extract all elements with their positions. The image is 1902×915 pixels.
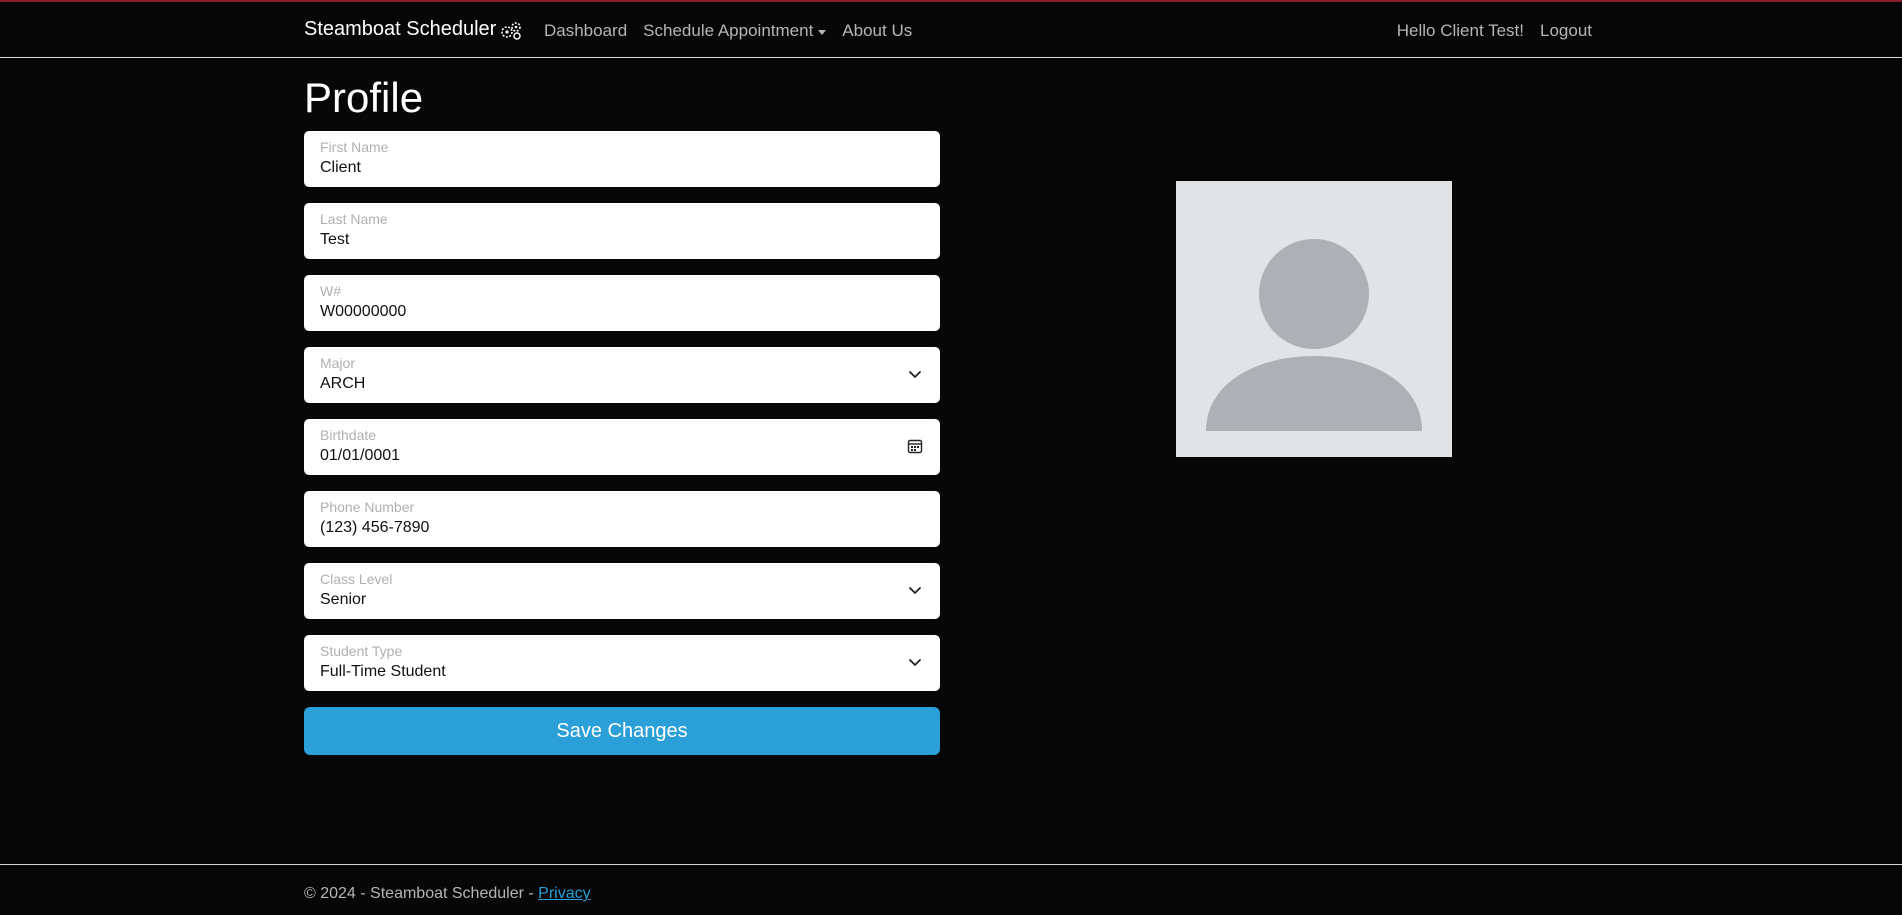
last-name-value[interactable]: Test	[320, 229, 924, 251]
page-title: Profile	[304, 74, 424, 121]
class-level-label: Class Level	[320, 571, 393, 587]
first-name-field[interactable]: First Name Client	[304, 131, 940, 187]
footer: © 2024 - Steamboat Scheduler - Privacy	[0, 864, 1902, 915]
class-level-select[interactable]: Class Level Senior	[304, 563, 940, 619]
privacy-link[interactable]: Privacy	[538, 885, 590, 902]
first-name-label: First Name	[320, 139, 389, 155]
birthdate-field[interactable]: Birthdate 01/01/0001	[304, 419, 940, 475]
profile-avatar[interactable]	[1176, 181, 1452, 457]
profile-form: First Name Client Last Name Test W# W000…	[304, 131, 940, 755]
major-select[interactable]: Major ARCH	[304, 347, 940, 403]
w-number-value[interactable]: W00000000	[320, 301, 924, 323]
birthdate-label: Birthdate	[320, 427, 377, 443]
logout-link[interactable]: Logout	[1540, 21, 1592, 41]
major-value[interactable]: ARCH	[320, 373, 924, 395]
chevron-down-icon	[909, 659, 921, 666]
calendar-icon[interactable]	[906, 437, 924, 455]
w-number-label: W#	[320, 283, 341, 299]
caret-down-icon	[818, 29, 827, 35]
student-type-label: Student Type	[320, 643, 403, 659]
nav-schedule-appointment-label: Schedule Appointment	[643, 21, 814, 40]
student-type-value[interactable]: Full-Time Student	[320, 661, 924, 683]
chevron-down-icon	[909, 587, 921, 594]
nav-dashboard[interactable]: Dashboard	[544, 21, 627, 41]
major-label: Major	[320, 355, 356, 371]
save-changes-button[interactable]: Save Changes	[304, 707, 940, 755]
steamboat-gears-icon	[501, 21, 522, 40]
phone-number-label: Phone Number	[320, 499, 415, 515]
student-type-select[interactable]: Student Type Full-Time Student	[304, 635, 940, 691]
class-level-value[interactable]: Senior	[320, 589, 924, 611]
user-silhouette-icon	[1206, 239, 1422, 431]
w-number-field[interactable]: W# W00000000	[304, 275, 940, 331]
phone-number-value[interactable]: (123) 456-7890	[320, 517, 924, 539]
brand-link[interactable]: Steamboat Scheduler	[304, 18, 524, 41]
nav-links: Dashboard Schedule Appointment About Us	[544, 21, 912, 41]
navbar: Steamboat Scheduler Dashboard Schedule A…	[0, 2, 1902, 58]
birthdate-value[interactable]: 01/01/0001	[320, 445, 924, 467]
user-greeting[interactable]: Hello Client Test!	[1397, 21, 1524, 41]
last-name-field[interactable]: Last Name Test	[304, 203, 940, 259]
brand-name: Steamboat Scheduler	[304, 18, 497, 40]
nav-user-area: Hello Client Test! Logout	[1397, 21, 1592, 41]
chevron-down-icon	[909, 371, 921, 378]
last-name-label: Last Name	[320, 211, 388, 227]
phone-number-field[interactable]: Phone Number (123) 456-7890	[304, 491, 940, 547]
nav-about-us[interactable]: About Us	[842, 21, 912, 41]
footer-text-container: © 2024 - Steamboat Scheduler - Privacy	[304, 885, 591, 903]
first-name-value[interactable]: Client	[320, 157, 924, 179]
nav-schedule-appointment-dropdown[interactable]: Schedule Appointment	[643, 21, 827, 41]
footer-copyright: © 2024 - Steamboat Scheduler -	[304, 885, 539, 902]
